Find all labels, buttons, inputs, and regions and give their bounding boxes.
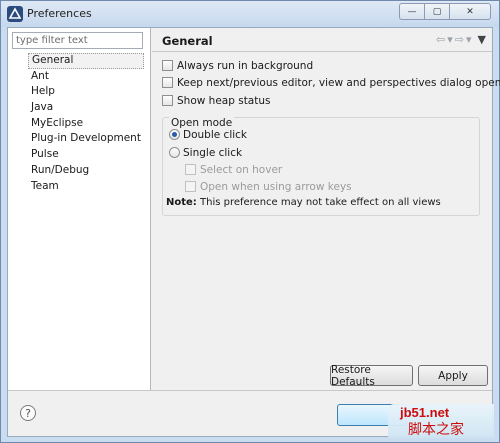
back-arrow-icon[interactable]: ⇦ bbox=[436, 33, 445, 46]
double-click-radio[interactable] bbox=[169, 129, 180, 140]
keep-dialog-open-checkbox[interactable] bbox=[162, 77, 173, 88]
double-click-option[interactable]: Double click bbox=[169, 127, 247, 142]
tree-item-java[interactable]: Java bbox=[28, 100, 144, 116]
forward-menu-chevron-icon[interactable]: ▾ bbox=[466, 33, 472, 46]
watermark: jb51.net 脚本之家 bbox=[388, 404, 494, 438]
show-heap-label: Show heap status bbox=[177, 94, 271, 107]
show-heap-option[interactable]: Show heap status bbox=[162, 93, 271, 108]
run-in-background-label: Always run in background bbox=[177, 59, 314, 72]
preferences-window: Preferences — ▢ ✕ General Ant Help Java … bbox=[0, 0, 500, 443]
footer-divider bbox=[8, 390, 492, 391]
forward-arrow-icon[interactable]: ⇨ bbox=[455, 33, 464, 46]
close-button[interactable]: ✕ bbox=[449, 3, 491, 20]
dialog-body: General Ant Help Java MyEclipse Plug-in … bbox=[7, 27, 500, 438]
open-arrow-keys-checkbox bbox=[185, 181, 196, 192]
run-in-background-checkbox[interactable] bbox=[162, 60, 173, 71]
preference-tree-pane: General Ant Help Java MyEclipse Plug-in … bbox=[8, 28, 151, 390]
window-title: Preferences bbox=[27, 7, 92, 20]
preference-tree: General Ant Help Java MyEclipse Plug-in … bbox=[28, 53, 144, 194]
filter-input[interactable] bbox=[12, 32, 143, 49]
select-on-hover-label: Select on hover bbox=[200, 163, 283, 176]
keep-dialog-open-label: Keep next/previous editor, view and pers… bbox=[177, 76, 500, 89]
minimize-button[interactable]: — bbox=[399, 3, 424, 20]
page-header: General ⇦ ▾ ⇨ ▾ ▼ bbox=[152, 28, 492, 52]
open-arrow-keys-label: Open when using arrow keys bbox=[200, 180, 352, 193]
page-title: General bbox=[162, 34, 213, 48]
apply-button[interactable]: Apply bbox=[418, 365, 488, 386]
tree-item-ant[interactable]: Ant bbox=[28, 69, 144, 85]
select-on-hover-checkbox bbox=[185, 164, 196, 175]
watermark-url: jb51.net bbox=[400, 405, 450, 420]
single-click-option[interactable]: Single click bbox=[169, 145, 242, 160]
restore-defaults-button[interactable]: Restore Defaults bbox=[330, 364, 413, 388]
tree-item-general[interactable]: General bbox=[28, 53, 144, 69]
tree-item-pulse[interactable]: Pulse bbox=[28, 147, 144, 163]
tree-item-run-debug[interactable]: Run/Debug bbox=[28, 163, 144, 179]
preference-page: General ⇦ ▾ ⇨ ▾ ▼ Always run in backgrou… bbox=[152, 28, 500, 390]
view-menu-icon[interactable]: ▼ bbox=[478, 33, 486, 46]
open-arrow-keys-option: Open when using arrow keys bbox=[185, 179, 352, 194]
run-in-background-option[interactable]: Always run in background bbox=[162, 58, 313, 73]
watermark-chinese: 脚本之家 bbox=[408, 422, 464, 438]
eclipse-app-icon bbox=[7, 6, 23, 22]
single-click-radio[interactable] bbox=[169, 147, 180, 158]
note-body: This preference may not take effect on a… bbox=[196, 197, 441, 208]
back-menu-chevron-icon[interactable]: ▾ bbox=[447, 33, 453, 46]
keep-dialog-open-option[interactable]: Keep next/previous editor, view and pers… bbox=[162, 75, 500, 90]
restore-button[interactable]: ▢ bbox=[424, 3, 449, 20]
show-heap-checkbox[interactable] bbox=[162, 95, 173, 106]
note-text: Note: This preference may not take effec… bbox=[166, 197, 441, 208]
note-label: Note: bbox=[166, 197, 197, 208]
help-icon[interactable]: ? bbox=[20, 405, 36, 421]
tree-item-myeclipse[interactable]: MyEclipse bbox=[28, 116, 144, 132]
select-on-hover-option: Select on hover bbox=[185, 162, 282, 177]
tree-item-plugin-development[interactable]: Plug-in Development bbox=[28, 131, 144, 147]
double-click-label: Double click bbox=[183, 128, 248, 141]
title-bar[interactable]: Preferences — ▢ ✕ bbox=[1, 1, 499, 27]
single-click-label: Single click bbox=[183, 146, 243, 159]
tree-item-help[interactable]: Help bbox=[28, 84, 144, 100]
tree-item-team[interactable]: Team bbox=[28, 179, 144, 195]
